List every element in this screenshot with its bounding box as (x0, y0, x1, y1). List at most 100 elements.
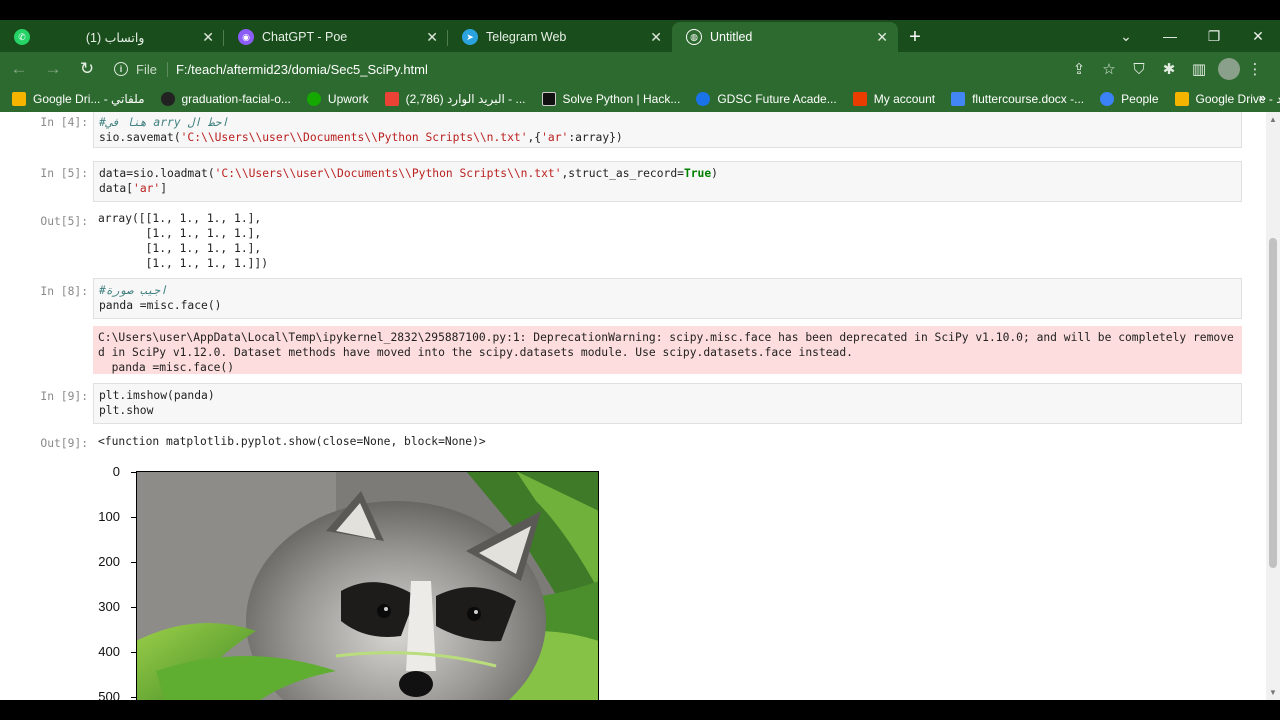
code-cell-8[interactable]: #اجيب صورة panda =misc.face() (93, 278, 1242, 319)
back-arrow-icon[interactable]: ← (4, 54, 34, 84)
tab-telegram[interactable]: ➤ Telegram Web ✕ (448, 22, 672, 52)
bookmark-label: My account (873, 92, 936, 106)
bookmark-label: GDSC Future Acade... (717, 92, 837, 106)
extensions-icon[interactable]: ✱ (1154, 60, 1184, 78)
address-url[interactable]: F:/teach/aftermid23/domia/Sec5_SciPy.htm… (176, 62, 428, 77)
y-tick-label: 200 (98, 554, 120, 569)
bookmark-label: graduation-facial-o... (181, 92, 291, 106)
address-bar[interactable]: i File F:/teach/aftermid23/domia/Sec5_Sc… (114, 55, 428, 83)
y-tick-label: 300 (98, 599, 120, 614)
code-text: panda =misc.face() (99, 299, 222, 312)
tab-whatsapp[interactable]: ✆ (1) واتساب ✕ (0, 22, 224, 52)
bookmark-gdsc[interactable]: GDSC Future Acade... (696, 92, 837, 106)
bookmark-label: (2,786) البريد الوارد - ... (405, 92, 526, 106)
code-cell-5[interactable]: data=sio.loadmat('C:\\Users\\user\\Docum… (93, 161, 1242, 202)
info-icon[interactable]: i (114, 62, 128, 76)
close-icon[interactable]: ✕ (426, 29, 438, 46)
y-tick-label: 500 (98, 689, 120, 700)
telegram-icon: ➤ (462, 29, 478, 45)
bookmarks-bar: Google Dri... - ملفاتي graduation-facial… (0, 86, 1280, 112)
notebook-page: In [4]: #هنا في arry احط ال sio.savemat(… (0, 112, 1280, 700)
close-icon[interactable]: ✕ (650, 29, 662, 46)
cell-prompt-in-8: In [8]: (40, 285, 88, 298)
hackerrank-icon (541, 92, 556, 106)
share-icon[interactable]: ⇪ (1064, 60, 1094, 78)
tab-chatgpt-poe[interactable]: ◉ ChatGPT - Poe ✕ (224, 22, 448, 52)
top-letterbox (0, 0, 1280, 20)
scroll-down-icon[interactable]: ▼ (1269, 688, 1277, 697)
cell-prompt-in-4: In [4]: (40, 116, 88, 129)
code-text: ,{ (527, 131, 542, 144)
code-text: ,struct_as_record= (561, 167, 684, 180)
code-string: 'ar' (541, 131, 569, 144)
close-icon[interactable]: ✕ (876, 29, 888, 46)
restore-button[interactable]: ❐ (1192, 28, 1236, 45)
page-scrollbar[interactable]: ▲ ▼ (1266, 112, 1280, 700)
tab-label: Telegram Web (486, 30, 567, 44)
avatar[interactable] (1218, 58, 1240, 80)
deprecation-warning-output: C:\Users\user\AppData\Local\Temp\ipykern… (93, 326, 1242, 374)
y-tick-label: 400 (98, 644, 120, 659)
bookmark-label: People (1121, 92, 1159, 106)
close-icon[interactable]: ✕ (202, 29, 214, 46)
bookmark-label: Upwork (327, 92, 369, 106)
code-comment: #اجيب صورة (99, 284, 168, 297)
cell-prompt-out-5: Out[5]: (40, 215, 88, 228)
browser-toolbar: ← → ↻ i File F:/teach/aftermid23/domia/S… (0, 52, 1280, 86)
code-text: data=sio.loadmat( (99, 167, 215, 180)
y-tick-label: 0 (112, 464, 120, 479)
upwork-icon (306, 92, 321, 106)
new-tab-button[interactable]: + (898, 22, 932, 52)
side-panel-icon[interactable]: ▥ (1184, 60, 1214, 78)
code-string: 'C:\\Users\\user\\Documents\\Python Scri… (180, 131, 528, 144)
github-icon (160, 92, 175, 106)
tab-untitled[interactable]: ◍ Untitled ✕ (672, 22, 898, 52)
bookmark-label: Solve Python | Hack... (562, 92, 681, 106)
bookmark-google-drive[interactable]: Google Dri... - ملفاتي (12, 92, 145, 106)
shield-icon[interactable]: ⛉ (1124, 61, 1154, 78)
code-text: data[ (99, 182, 134, 195)
menu-icon[interactable]: ⋮ (1240, 60, 1270, 78)
code-cell-4[interactable]: #هنا في arry احط ال sio.savemat('C:\\Use… (93, 112, 1242, 148)
code-text: :array}) (568, 131, 623, 144)
bookmark-upwork[interactable]: Upwork (306, 92, 369, 106)
gdsc-icon (696, 92, 711, 106)
bookmark-label: Google Drive - مجلد (1195, 92, 1280, 106)
star-icon[interactable]: ☆ (1094, 60, 1124, 78)
code-comment: #هنا في arry احط ال (99, 116, 229, 129)
code-string: 'ar' (133, 182, 161, 195)
cell-prompt-in-5: In [5]: (40, 167, 88, 180)
output-cell-9: <function matplotlib.pyplot.show(close=N… (98, 435, 486, 448)
bookmarks-overflow-icon[interactable]: » (1259, 90, 1266, 105)
globe-icon: ◍ (686, 29, 702, 45)
reload-icon[interactable]: ↻ (72, 54, 102, 84)
window-close-button[interactable]: ✕ (1236, 28, 1280, 45)
tab-search-icon[interactable]: ⌄ (1104, 28, 1148, 45)
scrollbar-thumb[interactable] (1269, 238, 1277, 568)
bottom-letterbox (0, 700, 1280, 720)
code-cell-9[interactable]: plt.imshow(panda) plt.show (93, 383, 1242, 424)
google-drive-icon (1174, 92, 1189, 106)
forward-arrow-icon[interactable]: → (38, 54, 68, 84)
minimize-button[interactable]: — (1148, 28, 1192, 44)
bookmark-hackerrank[interactable]: Solve Python | Hack... (541, 92, 681, 106)
tab-label: ChatGPT - Poe (262, 30, 348, 44)
tab-label: (1) واتساب (85, 30, 145, 45)
code-keyword: True (683, 167, 712, 180)
tab-label: Untitled (710, 30, 753, 44)
bookmark-github[interactable]: graduation-facial-o... (160, 92, 291, 106)
cell-prompt-in-9: In [9]: (40, 390, 88, 403)
whatsapp-icon: ✆ (14, 29, 30, 45)
bookmark-people[interactable]: People (1100, 92, 1159, 106)
scroll-up-icon[interactable]: ▲ (1269, 115, 1277, 124)
bookmark-gmail[interactable]: (2,786) البريد الوارد - ... (384, 92, 526, 106)
people-icon (1100, 92, 1115, 106)
bookmark-label: Google Dri... - ملفاتي (33, 92, 145, 106)
bookmark-my-account[interactable]: My account (852, 92, 936, 106)
output-cell-5: array([[1., 1., 1., 1.], [1., 1., 1., 1.… (98, 212, 269, 270)
office-icon (852, 92, 867, 106)
google-drive-icon (12, 92, 26, 106)
y-tick-label: 100 (98, 509, 120, 524)
code-string: 'C:\\Users\\user\\Documents\\Python Scri… (214, 167, 562, 180)
bookmark-fluttercourse[interactable]: fluttercourse.docx -... (951, 92, 1084, 106)
